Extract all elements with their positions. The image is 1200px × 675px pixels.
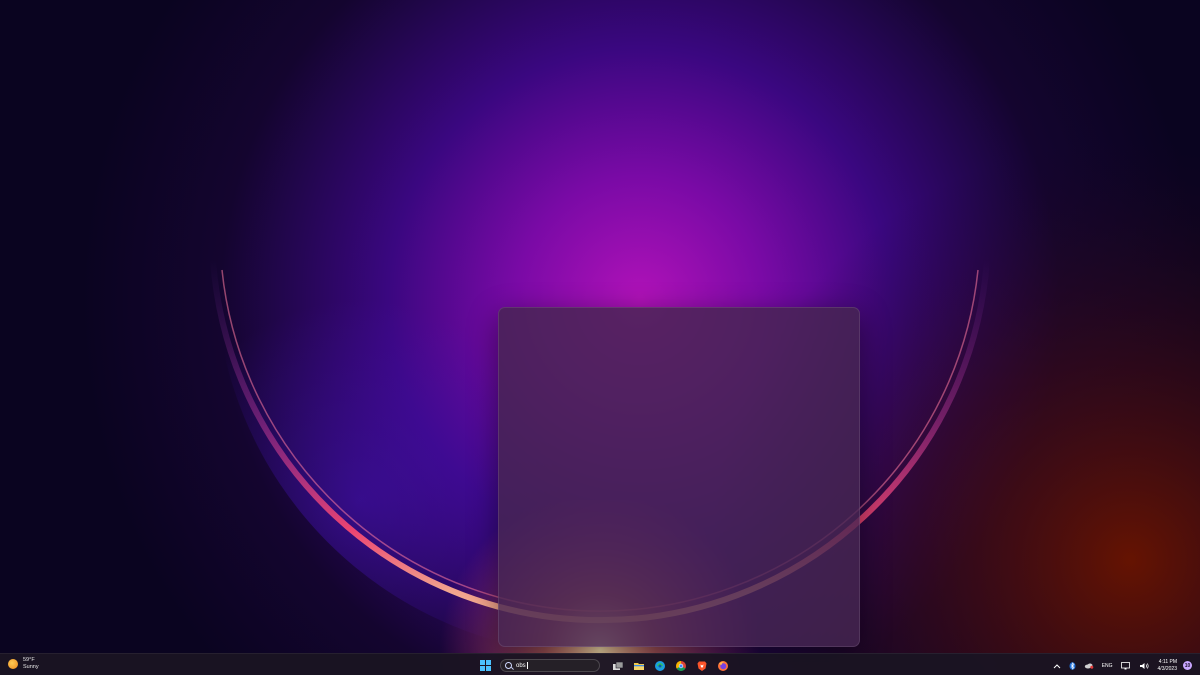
show-hidden-icons-button[interactable] bbox=[1053, 663, 1061, 669]
cloud-icon bbox=[1084, 663, 1093, 669]
desktop: 59°F Sunny obs ENG 4:11 PM 4/3/2023 10 bbox=[0, 0, 1200, 675]
language-indicator: ENG bbox=[1101, 662, 1113, 669]
start-button[interactable] bbox=[477, 657, 494, 674]
chrome-button[interactable] bbox=[672, 657, 689, 675]
firefox-button[interactable] bbox=[714, 657, 731, 674]
network-monitor-icon bbox=[1120, 661, 1130, 669]
clock-button[interactable]: 4:11 PM 4/3/2023 bbox=[1158, 659, 1177, 673]
weather-condition: Sunny bbox=[23, 664, 39, 670]
brave-icon bbox=[697, 661, 706, 671]
task-view-button[interactable] bbox=[609, 657, 626, 674]
input-language-button[interactable]: ENG bbox=[1102, 663, 1113, 669]
file-explorer-button[interactable] bbox=[630, 657, 647, 674]
onedrive-tray-button[interactable] bbox=[1084, 662, 1094, 669]
folder-icon bbox=[633, 662, 644, 670]
taskbar: 59°F Sunny obs ENG 4:11 PM 4/3/2023 10 bbox=[0, 653, 1200, 675]
weather-widget[interactable]: 59°F Sunny bbox=[8, 657, 39, 671]
bluetooth-tray-button[interactable] bbox=[1069, 661, 1076, 670]
edge-button[interactable] bbox=[651, 657, 668, 675]
network-tray-button[interactable] bbox=[1120, 661, 1131, 670]
task-view-icon bbox=[612, 661, 623, 670]
taskbar-search-input[interactable]: obs bbox=[500, 659, 600, 672]
edge-icon bbox=[654, 660, 665, 671]
brave-button[interactable] bbox=[693, 657, 710, 675]
taskbar-apps: obs bbox=[477, 657, 735, 675]
sun-icon bbox=[8, 659, 18, 669]
bluetooth-icon bbox=[1069, 661, 1076, 670]
search-icon bbox=[505, 662, 512, 669]
clock-time: 4:11 PM bbox=[1158, 658, 1177, 665]
search-input-value: obs bbox=[516, 662, 526, 669]
notification-badge[interactable]: 10 bbox=[1183, 661, 1192, 670]
search-flyout-panel[interactable] bbox=[498, 307, 860, 647]
chrome-icon bbox=[675, 660, 686, 671]
speaker-icon bbox=[1139, 662, 1149, 669]
windows-logo-icon bbox=[480, 660, 491, 671]
firefox-icon bbox=[717, 660, 728, 671]
volume-tray-button[interactable] bbox=[1139, 662, 1149, 670]
clock-date: 4/3/2023 bbox=[1157, 665, 1177, 672]
chevron-up-icon bbox=[1053, 663, 1061, 668]
system-tray: ENG 4:11 PM 4/3/2023 10 bbox=[1045, 657, 1192, 674]
weather-temperature: 59°F bbox=[23, 657, 35, 663]
text-caret bbox=[526, 662, 528, 669]
